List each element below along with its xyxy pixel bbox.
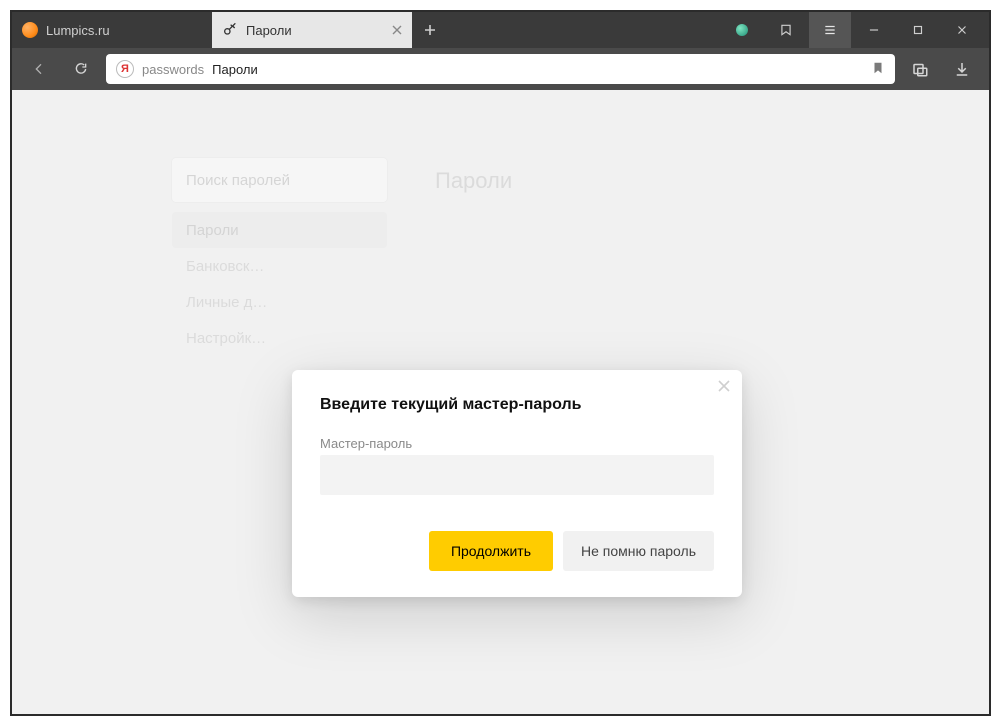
address-bar: Я passwords Пароли xyxy=(12,48,989,90)
master-password-dialog: Введите текущий мастер-пароль Мастер-пар… xyxy=(292,370,742,597)
continue-button[interactable]: Продолжить xyxy=(429,531,553,571)
bookmark-icon[interactable] xyxy=(871,61,885,78)
new-tab-button[interactable] xyxy=(412,12,448,48)
account-avatar[interactable] xyxy=(721,12,763,48)
yandex-icon: Я xyxy=(116,60,134,78)
window-maximize-button[interactable] xyxy=(897,12,939,48)
page-content: Поиск паролей Пароли Банковск… Личные д… xyxy=(12,90,989,714)
tab-favicon-lumpics xyxy=(22,22,38,38)
back-button[interactable] xyxy=(22,52,56,86)
dialog-close-button[interactable] xyxy=(718,380,730,395)
tab-label: Lumpics.ru xyxy=(46,23,110,38)
master-password-label: Мастер-пароль xyxy=(320,436,714,451)
key-icon xyxy=(222,22,238,38)
window-minimize-button[interactable] xyxy=(853,12,895,48)
downloads-button[interactable] xyxy=(945,52,979,86)
omnibox[interactable]: Я passwords Пароли xyxy=(106,54,895,84)
tab-close-button[interactable] xyxy=(392,23,402,38)
extensions-button[interactable] xyxy=(903,52,937,86)
tab-strip: Lumpics.ru Пароли xyxy=(12,12,989,48)
collections-button[interactable] xyxy=(765,12,807,48)
menu-button[interactable] xyxy=(809,12,851,48)
tab-lumpics[interactable]: Lumpics.ru xyxy=(12,12,212,48)
master-password-input[interactable] xyxy=(320,455,714,495)
forgot-password-button[interactable]: Не помню пароль xyxy=(563,531,714,571)
avatar-icon xyxy=(736,24,748,36)
dialog-title: Введите текущий мастер-пароль xyxy=(320,396,714,414)
tab-label: Пароли xyxy=(246,23,292,38)
omnibox-path: passwords xyxy=(142,62,204,77)
reload-button[interactable] xyxy=(64,52,98,86)
omnibox-title: Пароли xyxy=(212,62,258,77)
window-close-button[interactable] xyxy=(941,12,983,48)
tab-passwords[interactable]: Пароли xyxy=(212,12,412,48)
